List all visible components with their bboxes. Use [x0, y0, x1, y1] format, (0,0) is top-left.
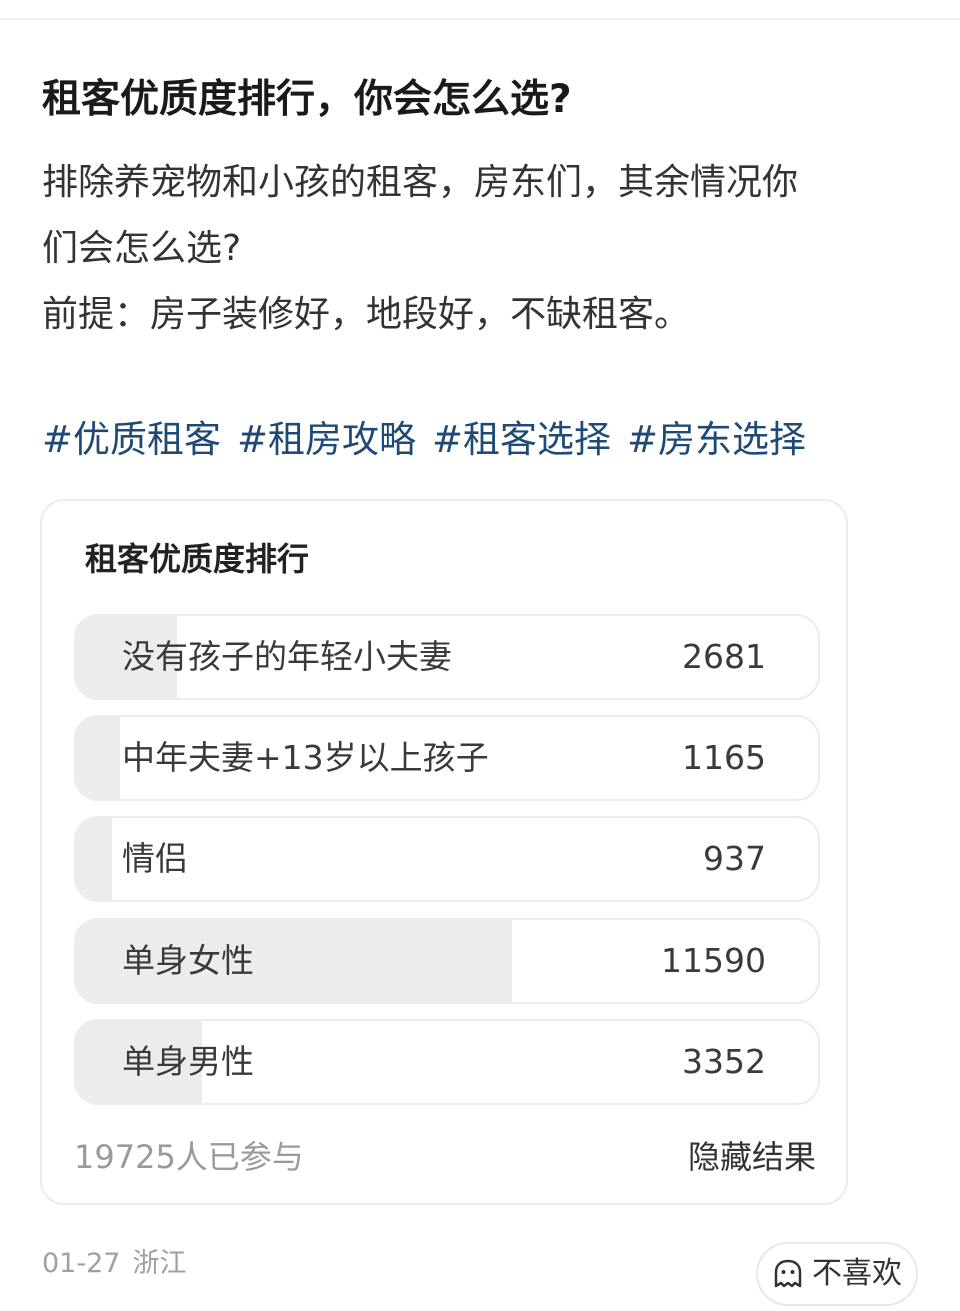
poll-option-label: 情侣 — [122, 839, 188, 878]
hashtag-link[interactable]: #租客选择 — [432, 418, 611, 461]
poll-option[interactable]: 情侣 937 — [74, 816, 820, 902]
poll-title: 租客优质度排行 — [85, 540, 310, 578]
hashtag-link[interactable]: #租房攻略 — [237, 418, 416, 461]
post-body-line: 前提：房子装修好，地段好，不缺租客。 — [42, 294, 691, 335]
poll-option-label: 中年夫妻+13岁以上孩子 — [122, 738, 489, 777]
poll-option-count: 11590 — [661, 941, 766, 980]
dislike-face-icon — [770, 1256, 806, 1292]
poll-option-fill — [76, 818, 112, 900]
top-divider — [0, 18, 960, 20]
poll-option-count: 3352 — [682, 1042, 766, 1081]
post-body: 排除养宠物和小孩的租客，房东们，其余情况你 们会怎么选? 前提：房子装修好，地段… — [42, 150, 922, 348]
dislike-button[interactable]: 不喜欢 — [756, 1242, 918, 1306]
hide-results-button[interactable]: 隐藏结果 — [688, 1129, 816, 1185]
poll-option-count: 937 — [703, 839, 766, 878]
hashtag-list: #优质租客 #租房攻略 #租客选择 #房东选择 — [42, 408, 822, 472]
hashtag-link[interactable]: #优质租客 — [42, 418, 221, 461]
hashtag-link[interactable]: #房东选择 — [627, 418, 806, 461]
poll-option-count: 2681 — [682, 637, 766, 676]
poll-option[interactable]: 没有孩子的年轻小夫妻 2681 — [74, 614, 820, 700]
post-title: 租客优质度排行，你会怎么选? — [42, 77, 572, 122]
post-meta: 01-27 浙江 — [42, 1240, 186, 1288]
post-body-line: 排除养宠物和小孩的租客，房东们，其余情况你 — [42, 162, 799, 203]
post-location: 浙江 — [132, 1248, 187, 1279]
poll-option[interactable]: 单身女性 11590 — [74, 918, 820, 1004]
dislike-label: 不喜欢 — [812, 1256, 902, 1291]
poll-option-label: 单身女性 — [122, 941, 254, 980]
poll-option-fill — [76, 717, 120, 799]
post-body-line: 们会怎么选? — [42, 228, 242, 269]
poll-participants: 19725人已参与 — [74, 1138, 304, 1176]
poll-option-label: 没有孩子的年轻小夫妻 — [122, 637, 452, 676]
poll-option[interactable]: 单身男性 3352 — [74, 1019, 820, 1105]
post-date: 01-27 — [42, 1248, 121, 1279]
poll-card: 租客优质度排行 没有孩子的年轻小夫妻 2681 中年夫妻+13岁以上孩子 116… — [40, 499, 848, 1205]
poll-option[interactable]: 中年夫妻+13岁以上孩子 1165 — [74, 715, 820, 801]
poll-option-label: 单身男性 — [122, 1042, 254, 1081]
poll-option-count: 1165 — [682, 738, 766, 777]
